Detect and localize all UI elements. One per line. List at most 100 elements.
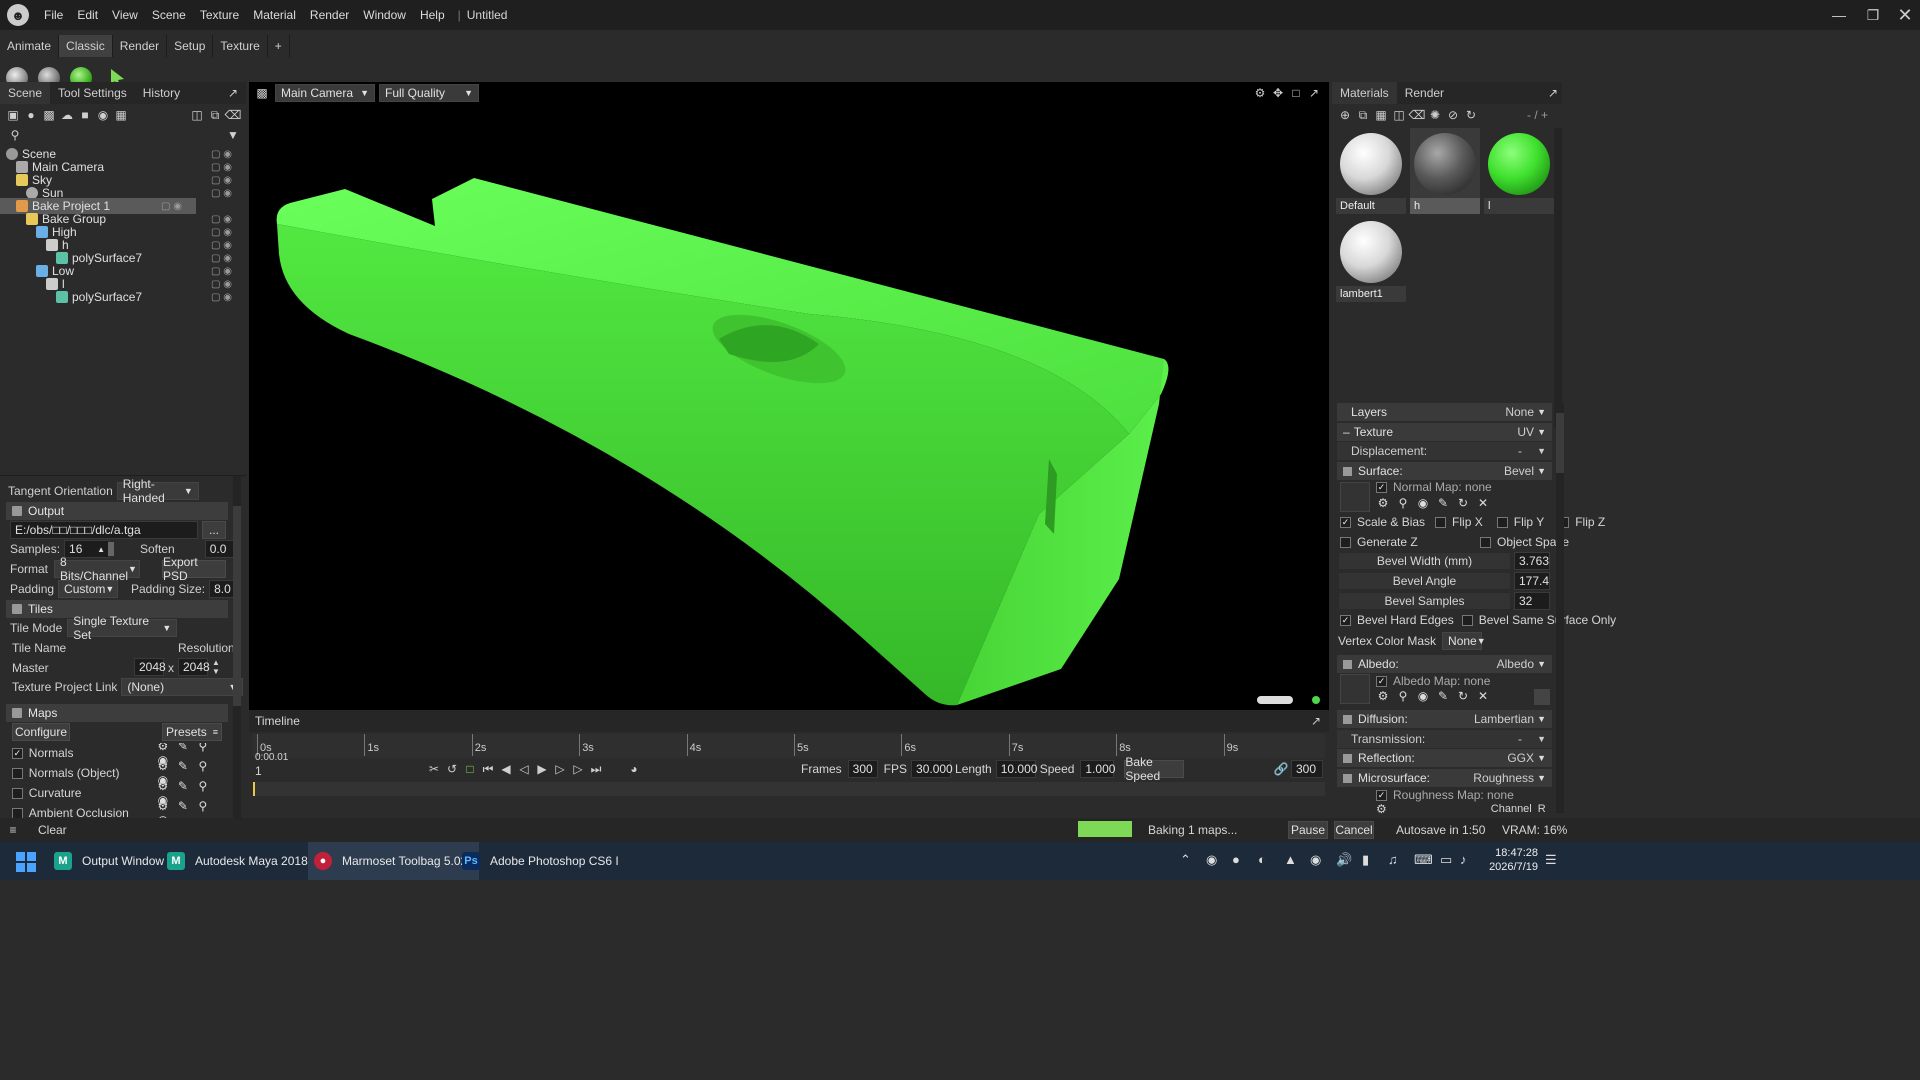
- material-thumbnail[interactable]: h: [1410, 128, 1480, 214]
- texture-project-link-dropdown[interactable]: (None)▼: [121, 678, 244, 696]
- tray-app-icon[interactable]: ●: [1232, 852, 1240, 867]
- add-light-icon[interactable]: ●: [22, 106, 40, 124]
- frames-field[interactable]: 300: [847, 760, 878, 778]
- map-settings-icon[interactable]: ⚙: [156, 743, 170, 753]
- viewport-popout-icon[interactable]: ↗: [1305, 84, 1323, 102]
- material-thumbnail[interactable]: Default: [1336, 128, 1406, 214]
- add-object-icon[interactable]: ■: [76, 106, 94, 124]
- taskbar-clock[interactable]: 18:47:28 2026/7/19: [1482, 846, 1538, 874]
- map-search-icon[interactable]: ⚲: [196, 743, 210, 753]
- padding-dropdown[interactable]: Custom ▼: [58, 580, 119, 598]
- lock-visibility-icon[interactable]: ▢ ◉: [211, 240, 232, 251]
- viewport-settings-icon[interactable]: ⚙: [1251, 84, 1269, 102]
- loop-icon[interactable]: ↺: [443, 760, 461, 778]
- normal-map-clear-icon[interactable]: ✕: [1476, 496, 1490, 510]
- maximize-icon[interactable]: ❐: [1856, 0, 1890, 30]
- minimize-icon[interactable]: —: [1822, 0, 1856, 30]
- browse-button[interactable]: ...: [202, 521, 226, 539]
- lock-visibility-icon[interactable]: ▢ ◉: [211, 292, 232, 303]
- microsurface-section[interactable]: Microsurface: Roughness ▼: [1337, 769, 1552, 787]
- bake-speed-button[interactable]: Bake Speed: [1124, 755, 1185, 783]
- fps-field[interactable]: 30.000: [911, 760, 953, 778]
- duplicate-icon[interactable]: ⧉: [206, 106, 224, 124]
- output-section-header[interactable]: Output: [6, 502, 228, 520]
- menu-view[interactable]: View: [105, 8, 145, 22]
- tile-mode-dropdown[interactable]: Single Texture Set ▼: [67, 614, 178, 642]
- flip-x-checkbox[interactable]: [1435, 516, 1447, 528]
- battery-icon[interactable]: ▮: [1362, 852, 1369, 868]
- tray-g-icon[interactable]: ◐: [1258, 852, 1266, 867]
- lock-visibility-icon[interactable]: ▢ ◉: [211, 279, 232, 290]
- materials-popout-icon[interactable]: ↗: [1544, 84, 1562, 102]
- add-camera-icon[interactable]: ▩: [40, 106, 58, 124]
- pause-button[interactable]: Pause: [1288, 821, 1328, 839]
- speed-field[interactable]: 1.000: [1080, 760, 1115, 778]
- map-edit-icon[interactable]: ✎: [176, 759, 190, 773]
- microphone-icon[interactable]: ♫: [1388, 852, 1398, 867]
- material-refresh-icon[interactable]: ↻: [1462, 106, 1480, 124]
- scissors-icon[interactable]: ✂: [425, 760, 443, 778]
- properties-scrollbar[interactable]: [1556, 403, 1564, 813]
- keyframe-track[interactable]: [253, 782, 1325, 796]
- channel-dropdown[interactable]: R: [1538, 803, 1546, 815]
- albedo-map-thumbnail[interactable]: [1340, 674, 1370, 704]
- move-icon[interactable]: ✥: [1269, 84, 1287, 102]
- camera-dropdown[interactable]: Main Camera ▼: [275, 84, 375, 102]
- bevel-samples-field[interactable]: 32: [1514, 592, 1550, 610]
- albedo-map-clear-icon[interactable]: ✕: [1476, 689, 1490, 703]
- settings-scrollbar[interactable]: [233, 476, 241, 819]
- map-settings-icon[interactable]: ⚙: [156, 779, 170, 793]
- layers-row[interactable]: Layers None ▼: [1337, 403, 1552, 421]
- add-material-icon[interactable]: ⊕: [1336, 106, 1354, 124]
- lock-visibility-icon[interactable]: ▢ ◉: [211, 188, 232, 199]
- next-frame-icon[interactable]: ▷: [569, 760, 587, 778]
- display-icon[interactable]: ▭: [1440, 852, 1452, 868]
- material-grid-icon[interactable]: ▦: [1372, 106, 1390, 124]
- folder-icon[interactable]: ◫: [188, 106, 206, 124]
- displacement-row[interactable]: Displacement: - ▼: [1337, 442, 1552, 460]
- taskbar-maya[interactable]: M Autodesk Maya 2018: ur: [167, 842, 325, 880]
- map-search-icon[interactable]: ⚲: [196, 799, 210, 813]
- texture-section[interactable]: – Texture UV ▼: [1337, 423, 1552, 441]
- menu-material[interactable]: Material: [246, 8, 303, 22]
- taskbar-photoshop[interactable]: Ps Adobe Photoshop CS6 I: [462, 842, 619, 880]
- workspace-tab-animate[interactable]: Animate: [0, 35, 60, 57]
- play-reverse-icon[interactable]: ◁: [515, 760, 533, 778]
- tangent-orientation-dropdown[interactable]: Right-Handed ▼: [116, 477, 199, 505]
- map-row[interactable]: Ambient Occlusion⚙✎⚲◉: [12, 799, 228, 819]
- step-forward-icon[interactable]: ▷: [551, 760, 569, 778]
- tab-scene[interactable]: Scene: [0, 82, 51, 104]
- object-space-checkbox[interactable]: [1480, 536, 1491, 548]
- normal-map-search-icon[interactable]: ⚲: [1396, 496, 1410, 510]
- popout-icon[interactable]: ↗: [224, 84, 242, 102]
- add-calendar-icon[interactable]: ▦: [112, 106, 130, 124]
- maps-section-header[interactable]: Maps: [6, 704, 228, 722]
- map-settings-icon[interactable]: ⚙: [156, 759, 170, 773]
- export-psd-button[interactable]: Export PSD: [162, 555, 226, 583]
- menu-help[interactable]: Help: [413, 8, 452, 22]
- menu-texture[interactable]: Texture: [193, 8, 246, 22]
- add-mesh-icon[interactable]: ▣: [4, 106, 22, 124]
- map-checkbox[interactable]: [12, 807, 23, 819]
- workspace-tab-render[interactable]: Render: [113, 35, 168, 57]
- delete-material-icon[interactable]: ⌫: [1408, 106, 1426, 124]
- 3d-viewport[interactable]: [249, 104, 1329, 710]
- scene-search[interactable]: ⚲ ▼: [0, 126, 246, 144]
- skip-end-icon[interactable]: ⏭: [587, 760, 605, 778]
- viewport-menu-icon[interactable]: ▩: [253, 84, 271, 102]
- tray-orange-icon[interactable]: ◉: [1310, 852, 1321, 868]
- transmission-row[interactable]: Transmission: - ▼: [1337, 730, 1552, 748]
- albedo-color-swatch[interactable]: [1534, 689, 1550, 705]
- normal-map-checkbox[interactable]: ✓: [1376, 481, 1387, 493]
- add-sky-icon[interactable]: ☁: [58, 106, 76, 124]
- materials-scrollbar[interactable]: [1554, 128, 1562, 428]
- prev-frame-icon[interactable]: ◀: [497, 760, 515, 778]
- material-picker-icon[interactable]: ✺: [1426, 106, 1444, 124]
- timeline-popout-icon[interactable]: ↗: [1307, 712, 1325, 730]
- speaker-icon[interactable]: ♪: [1460, 852, 1467, 867]
- steam-icon[interactable]: ◉: [1206, 852, 1217, 868]
- play-icon[interactable]: ▶: [533, 760, 551, 778]
- normal-map-edit-icon[interactable]: ✎: [1436, 496, 1450, 510]
- normal-map-thumbnail[interactable]: [1340, 482, 1370, 512]
- flip-y-checkbox[interactable]: [1496, 516, 1508, 528]
